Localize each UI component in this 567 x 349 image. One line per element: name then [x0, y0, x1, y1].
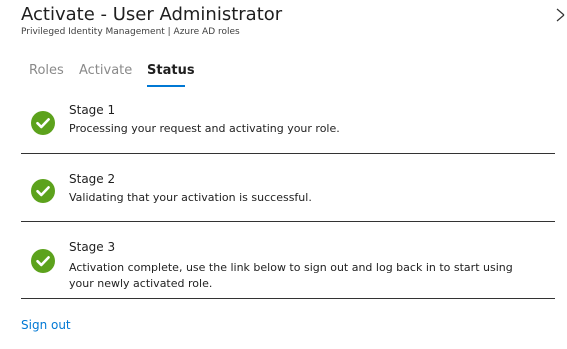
sign-out-link[interactable]: Sign out — [21, 318, 71, 333]
stage-description: Activation complete, use the link below … — [69, 261, 513, 290]
stage-description: Processing your request and activating y… — [69, 122, 340, 135]
check-circle-icon — [31, 179, 55, 203]
stage-item-3: Stage 3 Activation complete, use the lin… — [21, 222, 555, 299]
close-icon[interactable] — [554, 6, 567, 22]
page-title: Activate - User Administrator — [21, 4, 283, 25]
tab-status[interactable]: Status — [147, 63, 195, 79]
check-circle-icon — [31, 249, 55, 273]
stage-item-2: Stage 2 Validating that your activation … — [21, 154, 555, 222]
tab-activate[interactable]: Activate — [79, 63, 132, 79]
page-subtitle: Privileged Identity Management | Azure A… — [21, 27, 240, 37]
activation-status-panel: Activate - User Administrator Privileged… — [0, 0, 567, 349]
active-tab-indicator — [147, 85, 185, 87]
stage-title: Stage 1 — [69, 103, 116, 117]
check-circle-icon — [31, 111, 55, 135]
stage-item-1: Stage 1 Processing your request and acti… — [21, 92, 555, 154]
stage-title: Stage 2 — [69, 172, 116, 186]
stage-title: Stage 3 — [69, 240, 116, 254]
stage-description: Validating that your activation is succe… — [69, 191, 312, 204]
tab-roles[interactable]: Roles — [29, 63, 64, 79]
